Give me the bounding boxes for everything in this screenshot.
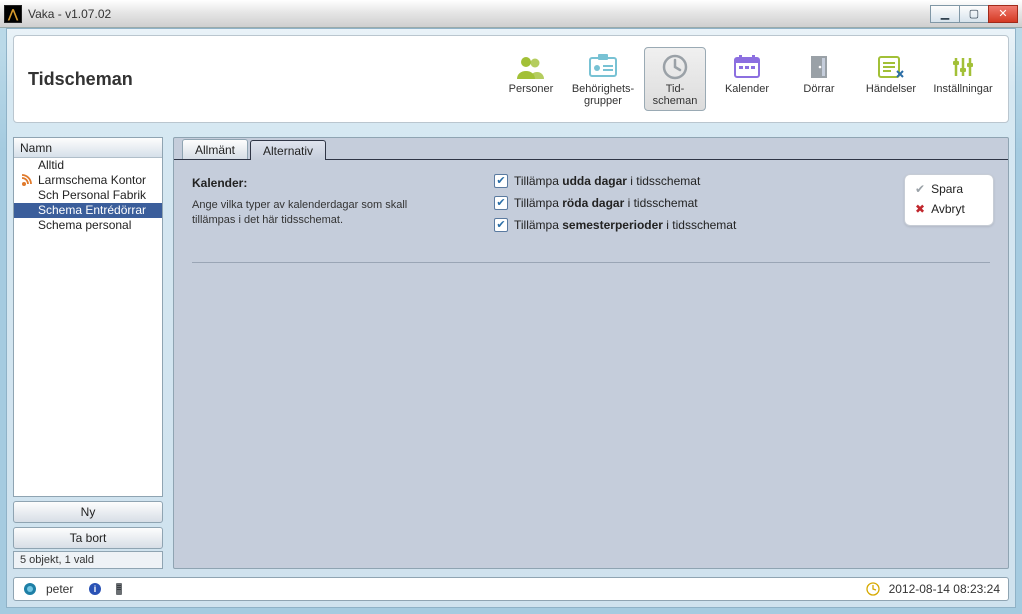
list-status: 5 objekt, 1 vald <box>13 551 163 569</box>
minimize-button[interactable]: ▁ <box>930 5 960 23</box>
tab-alternativ[interactable]: Alternativ <box>250 140 326 160</box>
svg-text:i: i <box>94 584 97 594</box>
maximize-button[interactable]: ▢ <box>959 5 989 23</box>
toolbar-label: Tid- scheman <box>653 84 698 107</box>
cancel-label: Avbryt <box>931 202 965 216</box>
door-icon <box>802 52 836 82</box>
cancel-button[interactable]: ✖ Avbryt <box>915 199 979 219</box>
sliders-icon <box>946 52 980 82</box>
user-label: peter <box>46 582 73 596</box>
list-item-label: Sch Personal Fabrik <box>38 188 146 202</box>
people-icon <box>514 52 548 82</box>
toolbar-calendar[interactable]: Kalender <box>716 47 778 99</box>
toolbar-door[interactable]: Dörrar <box>788 47 850 99</box>
toolbar-events[interactable]: Händelser <box>860 47 922 99</box>
toolbar-label: Dörrar <box>803 84 834 96</box>
calendar-icon <box>730 52 764 82</box>
section-description: Ange vilka typer av kalenderdagar som sk… <box>192 198 452 228</box>
toolbar-label: Inställningar <box>933 84 992 96</box>
device-icon[interactable] <box>111 581 127 597</box>
list-item[interactable]: Larmschema Kontor <box>14 173 162 188</box>
toolbar: Tidscheman Personer Behörighets- grupper T… <box>13 35 1009 123</box>
list-item[interactable]: Schema personal <box>14 218 162 233</box>
checkbox[interactable]: ✔ <box>494 196 508 210</box>
list-item-label: Larmschema Kontor <box>38 173 146 187</box>
events-icon <box>874 52 908 82</box>
list-item-label: Schema Entrédörrar <box>38 203 146 217</box>
list-header: Namn <box>14 138 162 158</box>
action-box: ✔ Spara ✖ Avbryt <box>904 174 994 226</box>
remove-button[interactable]: Ta bort <box>13 527 163 549</box>
toolbar-label: Kalender <box>725 84 769 96</box>
workspace: Namn AlltidLarmschema KontorSch Personal… <box>13 137 1009 577</box>
sidebar: Namn AlltidLarmschema KontorSch Personal… <box>13 137 163 569</box>
checkbox[interactable]: ✔ <box>494 218 508 232</box>
checkbox-row: ✔ Tillämpa röda dagar i tidsschemat <box>494 196 736 210</box>
checkbox-row: ✔ Tillämpa udda dagar i tidsschemat <box>494 174 736 188</box>
list-item-label: Alltid <box>38 158 64 172</box>
toolbar-label: Personer <box>509 84 554 96</box>
close-button[interactable]: ✕ <box>988 5 1018 23</box>
checkbox-label: Tillämpa udda dagar i tidsschemat <box>514 174 700 188</box>
datetime-label: 2012-08-14 08:23:24 <box>889 582 1000 596</box>
statusbar: peter i 2012-08-14 08:23:24 <box>13 577 1009 601</box>
tab-label: Allmänt <box>195 143 235 157</box>
window-title: Vaka - v1.07.02 <box>28 7 111 21</box>
tab-allmänt[interactable]: Allmänt <box>182 139 248 159</box>
list-box: Namn AlltidLarmschema KontorSch Personal… <box>13 137 163 497</box>
user-icon <box>22 581 38 597</box>
rss-icon <box>20 174 32 188</box>
toolbar-label: Behörighets- grupper <box>572 84 634 107</box>
save-button[interactable]: ✔ Spara <box>915 179 979 199</box>
toolbar-id-card[interactable]: Behörighets- grupper <box>572 47 634 110</box>
toolbar-sliders[interactable]: Inställningar <box>932 47 994 99</box>
titlebar: ⋀ Vaka - v1.07.02 ▁ ▢ ✕ <box>0 0 1022 28</box>
list-item-label: Schema personal <box>38 218 131 232</box>
toolbar-label: Händelser <box>866 84 916 96</box>
info-icon[interactable]: i <box>87 581 103 597</box>
divider <box>192 262 990 263</box>
main-panel: Allmänt Alternativ Kalender: Ange vilka t… <box>173 137 1009 569</box>
list-item[interactable]: Alltid <box>14 158 162 173</box>
cross-icon: ✖ <box>915 202 925 216</box>
clock-icon <box>865 581 881 597</box>
new-button[interactable]: Ny <box>13 501 163 523</box>
check-icon: ✔ <box>915 182 925 196</box>
toolbar-clock[interactable]: Tid- scheman <box>644 47 706 110</box>
toolbar-people[interactable]: Personer <box>500 47 562 99</box>
clock-icon <box>658 52 692 82</box>
app-frame: Tidscheman Personer Behörighets- grupper T… <box>6 28 1016 608</box>
tab-label: Alternativ <box>263 144 313 158</box>
tabs: Allmänt Alternativ <box>174 138 1008 160</box>
checkbox[interactable]: ✔ <box>494 174 508 188</box>
tab-body: Kalender: Ange vilka typer av kalenderda… <box>174 160 1008 568</box>
save-label: Spara <box>931 182 963 196</box>
checkbox-label: Tillämpa semesterperioder i tidsschemat <box>514 218 736 232</box>
app-icon: ⋀ <box>4 5 22 23</box>
checkbox-label: Tillämpa röda dagar i tidsschemat <box>514 196 698 210</box>
list-item[interactable]: Sch Personal Fabrik <box>14 188 162 203</box>
id-card-icon <box>586 52 620 82</box>
window-controls: ▁ ▢ ✕ <box>931 5 1018 23</box>
checkbox-row: ✔ Tillämpa semesterperioder i tidsschemat <box>494 218 736 232</box>
list-item[interactable]: Schema Entrédörrar <box>14 203 162 218</box>
page-title: Tidscheman <box>28 69 133 90</box>
